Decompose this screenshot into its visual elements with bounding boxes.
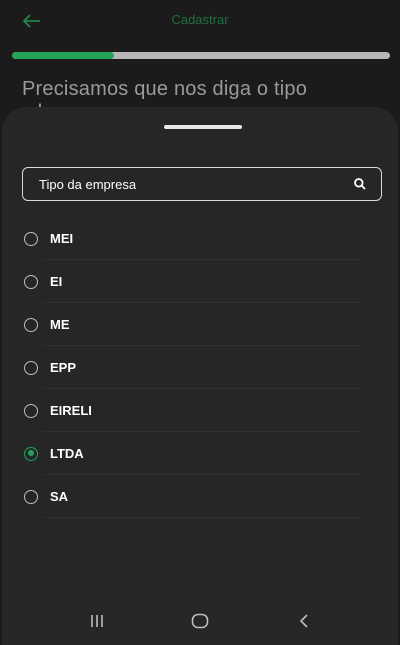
company-type-list: MEI EI ME EPP EIRELI LTDA SA [22,217,362,518]
radio-unchecked[interactable] [24,231,38,246]
option-label: LTDA [50,446,84,461]
option-eireli[interactable]: EIRELI [22,389,362,432]
option-ei[interactable]: EI [22,260,362,303]
option-mei[interactable]: MEI [22,217,362,260]
radio-unchecked[interactable] [24,360,38,375]
radio-unchecked[interactable] [24,403,38,418]
radio-unchecked[interactable] [24,274,38,289]
recent-apps-icon [91,615,103,627]
option-ltda[interactable]: LTDA [22,432,362,475]
option-label: EI [50,274,63,289]
option-label: EPP [50,360,77,375]
radio-unchecked[interactable] [24,489,38,504]
progress-fill [12,52,115,59]
progress-bar [12,52,390,59]
option-label: ME [50,317,70,332]
screen: Cadastrar Precisamos que nos diga o tipo… [0,0,400,645]
sheet-drag-handle[interactable] [164,125,242,129]
bottom-sheet: Tipo da empresa MEI EI ME EPP EIRELI LTDA SA [2,107,398,645]
option-sa[interactable]: SA [22,475,362,518]
option-label: MEI [50,231,74,246]
option-epp[interactable]: EPP [22,346,362,389]
home-icon [191,613,209,629]
page-title: Cadastrar [171,12,229,27]
system-nav-bar [0,597,400,645]
back-icon [299,614,308,628]
option-me[interactable]: ME [22,303,362,346]
radio-unchecked[interactable] [24,317,38,332]
question-text: Precisamos que nos diga o tipo [22,78,308,100]
divider [42,517,362,518]
option-label: EIRELI [50,403,92,418]
home-button[interactable] [189,611,211,631]
search-input[interactable]: Tipo da empresa [22,167,382,201]
recent-apps-button[interactable] [86,611,108,631]
search-placeholder: Tipo da empresa [39,176,137,192]
radio-checked[interactable] [24,446,38,461]
system-back-button[interactable] [294,611,316,631]
option-label: SA [50,489,69,504]
search-icon[interactable] [353,177,367,191]
